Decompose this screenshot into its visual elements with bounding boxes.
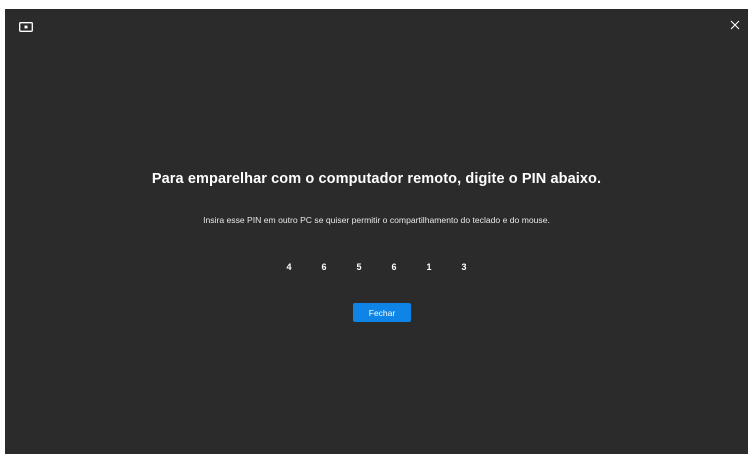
monitor-icon xyxy=(19,19,33,32)
pin-digit: 6 xyxy=(391,262,397,272)
pin-digit: 1 xyxy=(426,262,432,272)
window-close-button[interactable] xyxy=(726,17,744,35)
pin-digit: 5 xyxy=(356,262,362,272)
fechar-button[interactable]: Fechar xyxy=(353,303,411,322)
pin-digit: 6 xyxy=(321,262,327,272)
close-icon xyxy=(730,17,740,35)
dialog-title: Para emparelhar com o computador remoto,… xyxy=(151,171,602,187)
pairing-window: Para emparelhar com o computador remoto,… xyxy=(5,9,748,454)
pin-digit: 4 xyxy=(286,262,292,272)
pin-code: 4 6 5 6 1 3 xyxy=(5,262,748,272)
dialog-subtitle: Insira esse PIN em outro PC se quiser pe… xyxy=(203,215,550,225)
pin-digit: 3 xyxy=(461,262,467,272)
